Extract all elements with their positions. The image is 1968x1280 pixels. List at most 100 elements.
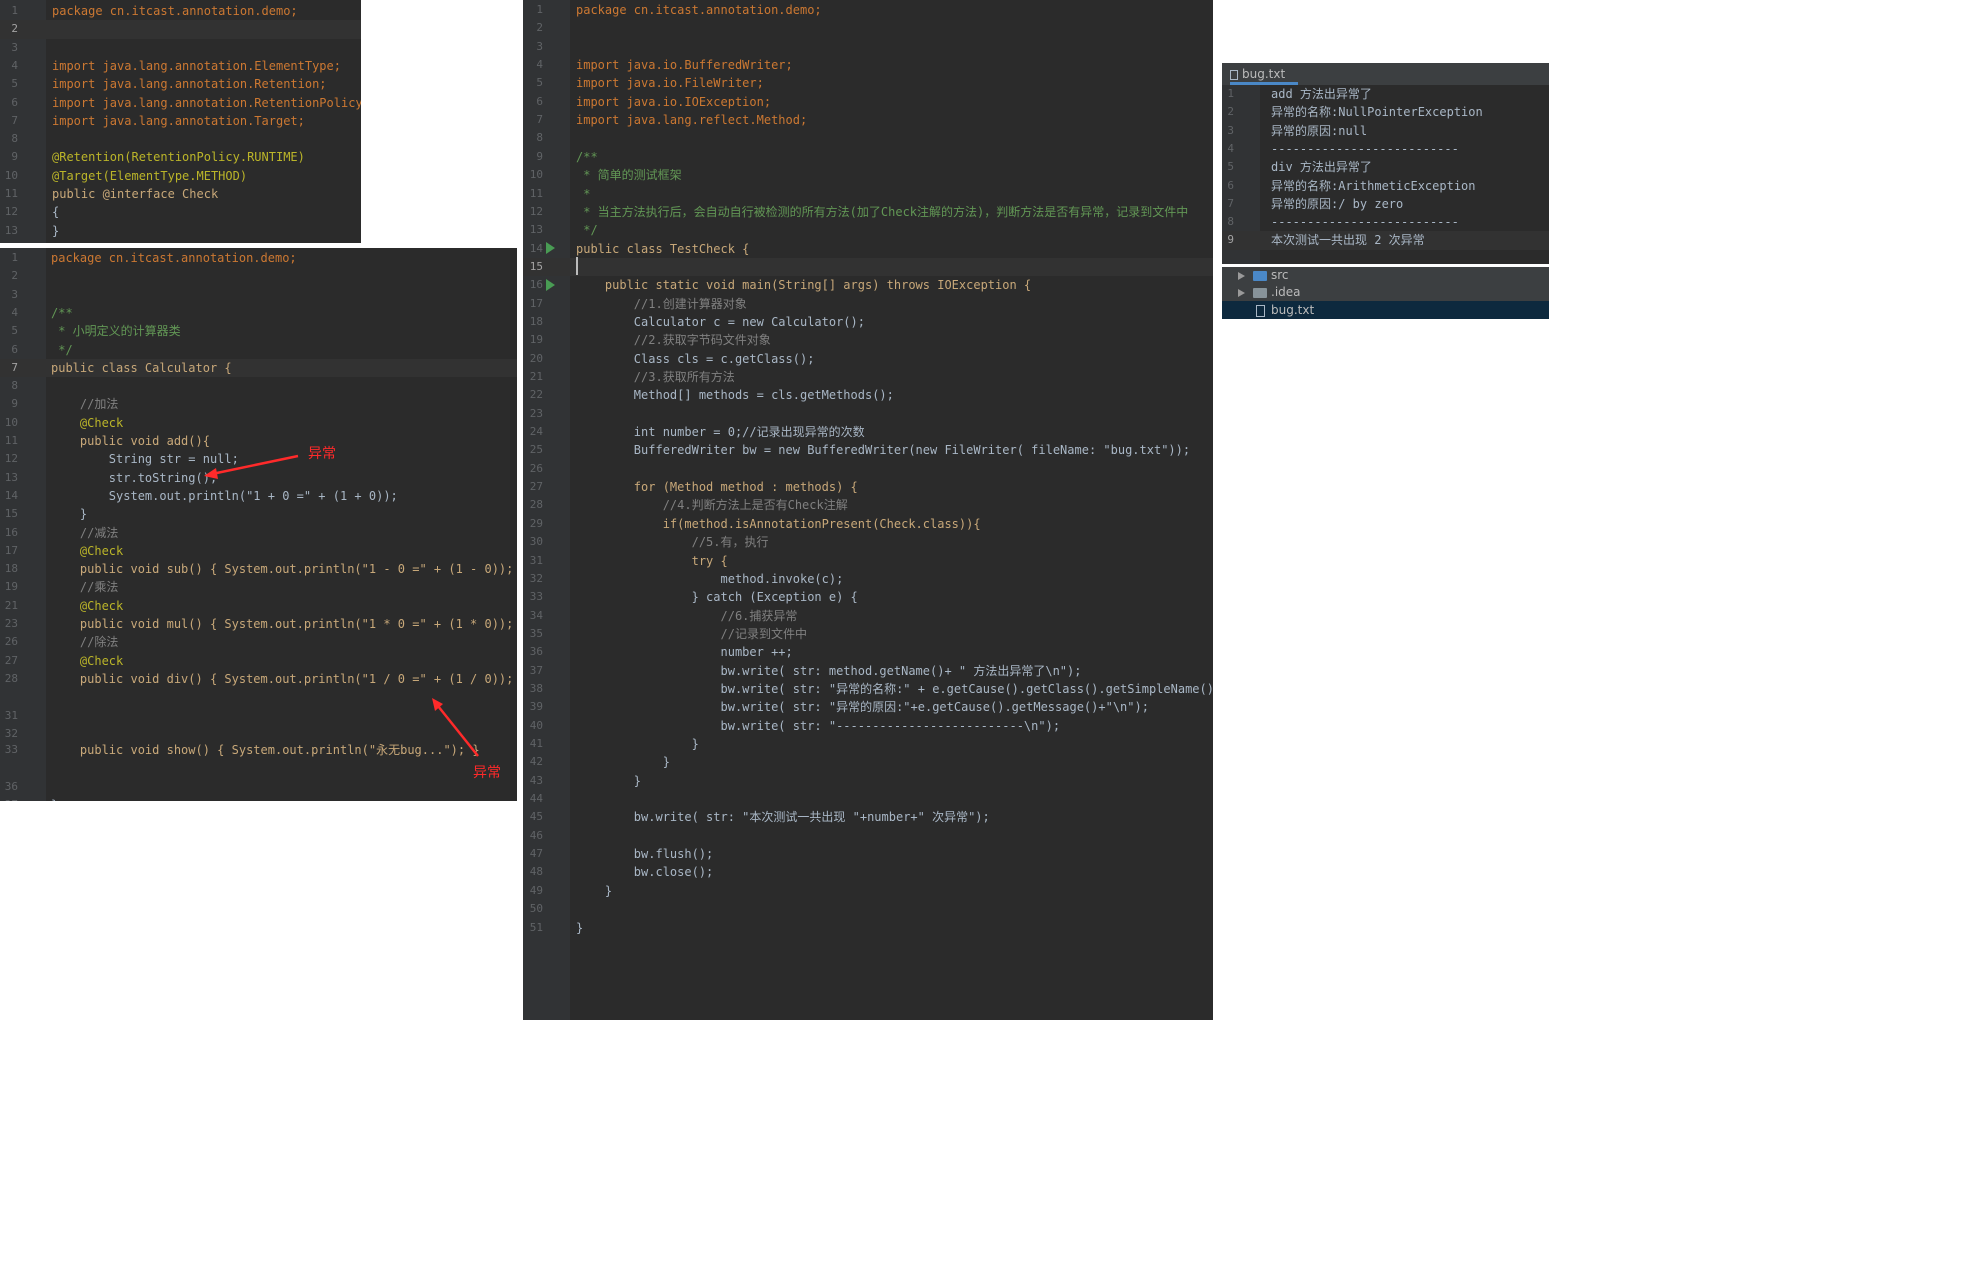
code-line[interactable]: 42 } [523,753,1213,771]
code-line[interactable]: 12 * 当主方法执行后，会自动自行被检测的所有方法(加了Check注解的方法)… [523,203,1213,221]
code-line[interactable]: 3 [523,38,1213,56]
code-line[interactable]: 37 bw.write( str: method.getName()+ " 方法… [523,662,1213,680]
code-line[interactable]: 17 @Check [0,542,517,560]
code-line[interactable]: 2 [523,19,1213,37]
code-line[interactable]: 3 [0,286,517,304]
code-line[interactable]: 19 //2.获取字节码文件对象 [523,331,1213,349]
code-line[interactable]: 33 } catch (Exception e) { [523,588,1213,606]
code-line[interactable]: 11 public void add(){ [0,432,517,450]
code-line[interactable]: 27 for (Method method : methods) { [523,478,1213,496]
code-line[interactable]: 1 package cn.itcast.annotation.demo; [523,1,1213,19]
code-line[interactable]: 20 Class cls = c.getClass(); [523,350,1213,368]
code-line[interactable]: 21 @Check [0,597,517,615]
code-line[interactable]: 7 public class Calculator { [0,358,517,378]
code-line[interactable]: 46 [523,827,1213,845]
code-line[interactable]: 9 @Retention(RetentionPolicy.RUNTIME) [0,148,361,166]
code-line[interactable]: 48 bw.close(); [523,863,1213,881]
calculator-editor[interactable]: 1 package cn.itcast.annotation.demo; 2 3 4/*… [0,248,517,801]
code-line[interactable]: 22 Method[] methods = cls.getMethods(); [523,386,1213,404]
code-line[interactable]: 9 //加法 [0,395,517,413]
code-line[interactable]: 23 public void mul() { System.out.printl… [0,615,517,633]
code-line[interactable]: 27 @Check [0,652,517,670]
code-line[interactable]: 13 str.toString(); [0,469,517,487]
code-line[interactable]: 1 package cn.itcast.annotation.demo; [0,2,361,20]
code-line[interactable]: 21 //3.获取所有方法 [523,368,1213,386]
code-line[interactable]: 12 String str = null; [0,450,517,468]
code-line[interactable]: 6 异常的名称:ArithmeticException [1222,177,1549,195]
code-line[interactable]: 45 bw.write( str: "本次测试一共出现 "+number+" 次… [523,808,1213,826]
code-line[interactable]: 6 */ [0,341,517,359]
code-line[interactable]: 26 //除法 [0,633,517,651]
code-line[interactable]: 10 @Target(ElementType.METHOD) [0,167,361,185]
code-line[interactable]: 18 Calculator c = new Calculator(); [523,313,1213,331]
run-class-icon[interactable] [546,242,555,254]
code-line[interactable]: 6 import java.io.IOException; [523,93,1213,111]
code-line[interactable]: 9 /** [523,148,1213,166]
code-line[interactable]: 17 //1.创建计算器对象 [523,295,1213,313]
code-line[interactable]: 2 [0,20,361,39]
code-line[interactable]: 10 * 简单的测试框架 [523,166,1213,184]
code-line[interactable]: 28 public void div() { System.out.printl… [0,670,517,688]
check-editor[interactable]: 1 package cn.itcast.annotation.demo; 2 3 4 im… [0,0,361,243]
code-line[interactable]: 5 import java.io.FileWriter; [523,74,1213,92]
code-line[interactable]: 30 //5.有，执行 [523,533,1213,551]
code-line[interactable]: 40 bw.write( str: "---------------------… [523,717,1213,735]
code-line[interactable]: 5 div 方法出异常了 [1222,158,1549,176]
code-line[interactable]: 15 } [0,505,517,523]
code-line[interactable]: 19 //乘法 [0,578,517,596]
code-line[interactable]: 7 import java.lang.reflect.Method; [523,111,1213,129]
code-line[interactable]: 29 if(method.isAnnotationPresent(Check.c… [523,515,1213,533]
code-line[interactable]: 38 bw.write( str: "异常的名称:" + e.getCause(… [523,680,1213,698]
code-line[interactable]: 7 异常的原因:/ by zero [1222,195,1549,213]
tree-item-bug-txt[interactable]: bug.txt [1222,301,1549,319]
code-line[interactable]: 35 //记录到文件中 [523,625,1213,643]
code-line[interactable]: 51} [523,919,1213,937]
code-line[interactable]: 5 import java.lang.annotation.Retention; [0,75,361,93]
code-line[interactable]: 39 bw.write( str: "异常的原因:"+e.getCause().… [523,698,1213,716]
code-line[interactable]: 8 [0,377,517,395]
tab-bug-txt[interactable]: bug.txt × [1230,63,1298,103]
code-line[interactable]: 8 [0,130,361,148]
code-line[interactable]: 3 [0,39,361,57]
code-line[interactable]: 23 [523,405,1213,423]
code-line[interactable]: 32 method.invoke(c); [523,570,1213,588]
run-main-icon[interactable] [546,279,555,291]
code-line[interactable]: 4 import java.lang.annotation.ElementType… [0,57,361,75]
code-line[interactable]: 4 -------------------------- [1222,140,1549,158]
code-line[interactable]: 7 import java.lang.annotation.Target; [0,112,361,130]
code-line[interactable]: 16 //减法 [0,524,517,542]
tree-item-src[interactable]: src [1222,267,1549,284]
code-line[interactable]: 50 [523,900,1213,918]
code-line[interactable]: 33 public void show() { System.out.print… [0,741,517,759]
testcheck-editor[interactable]: 1 package cn.itcast.annotation.demo; 2 3 4 im… [523,0,1213,1020]
code-line[interactable]: 12 { [0,203,361,221]
code-line[interactable]: 2 [0,267,517,285]
code-line[interactable]: 47 bw.flush(); [523,845,1213,863]
code-line[interactable]: 11 * [523,185,1213,203]
code-line[interactable]: 44 [523,790,1213,808]
code-line[interactable]: 6 import java.lang.annotation.RetentionPo… [0,94,361,112]
code-line[interactable]: 14 public class TestCheck { [523,240,1213,258]
tree-item-idea[interactable]: .idea [1222,284,1549,301]
code-line[interactable]: 34 //6.捕获异常 [523,607,1213,625]
code-line[interactable]: 1 add 方法出异常了 [1222,85,1549,103]
code-line[interactable]: 3 异常的原因:null [1222,122,1549,140]
code-line[interactable]: 13} [0,222,361,240]
code-line[interactable]: 18 public void sub() { System.out.printl… [0,560,517,578]
code-line[interactable]: 26 [523,460,1213,478]
code-line[interactable]: 13 */ [523,221,1213,239]
code-line[interactable]: 31 [0,707,517,725]
code-line[interactable]: 10 @Check [0,414,517,432]
expand-arrow-icon[interactable] [1238,271,1245,280]
expand-arrow-icon[interactable] [1238,288,1245,297]
code-line[interactable]: 11 public @interface Check [0,185,361,203]
bugtxt-editor[interactable]: 1 add 方法出异常了 2 异常的名称:NullPointerException 3 异… [1222,85,1549,264]
code-line[interactable]: 4 /** [0,304,517,322]
code-line[interactable]: 5 * 小明定义的计算器类 [0,322,517,340]
code-line[interactable]: 49 } [523,882,1213,900]
code-line[interactable]: 8 [523,129,1213,147]
code-line[interactable]: 9 本次测试一共出现 2 次异常 [1222,231,1549,250]
code-line[interactable]: 36 [0,778,517,796]
code-line[interactable]: 15 [523,257,1213,277]
code-line[interactable]: 16 public static void main(String[] args… [523,276,1213,294]
